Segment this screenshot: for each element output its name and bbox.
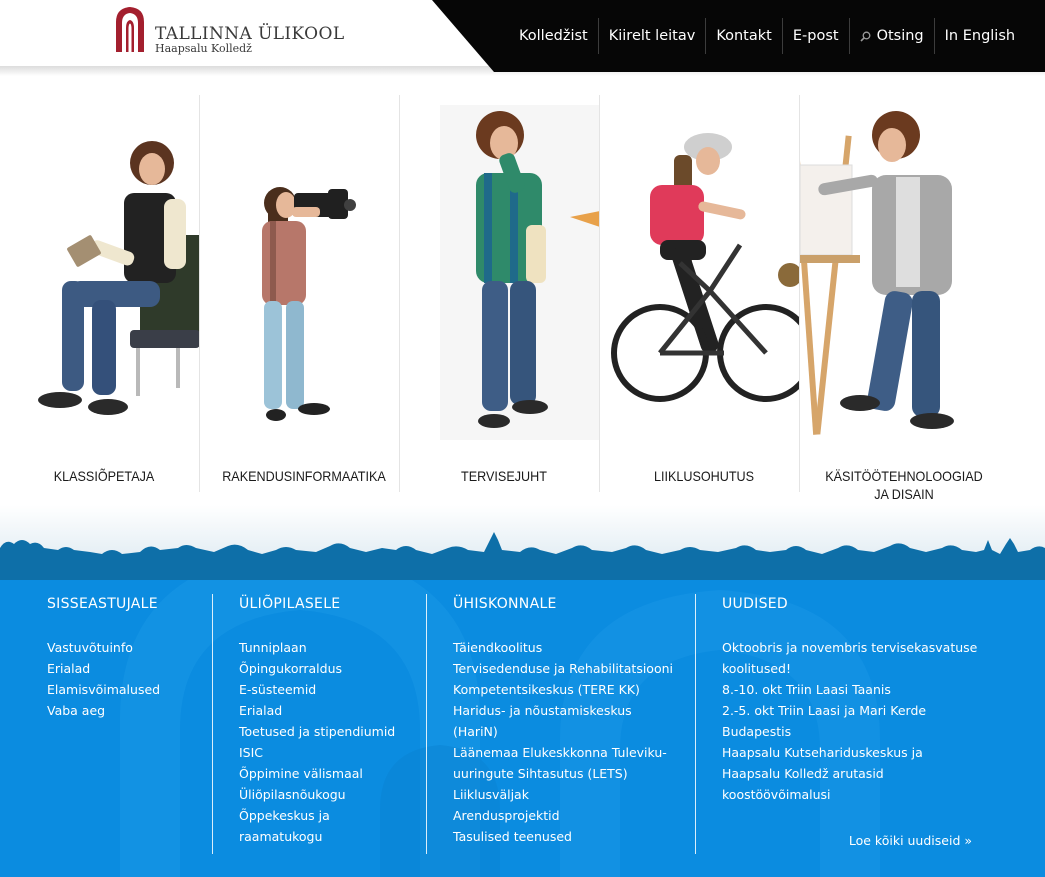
nav-otsing-label: Otsing [876, 28, 924, 44]
footer-col-title: ÜHISKONNALE [453, 596, 557, 612]
painter-student-photo [800, 111, 954, 435]
footer-link[interactable]: Arendusprojektid [453, 805, 683, 826]
footer-link[interactable]: E-süsteemid [239, 679, 419, 700]
footer-link[interactable]: ISIC [239, 742, 419, 763]
university-emblem-icon [116, 7, 144, 52]
footer-link[interactable]: uuringute Sihtasutus (LETS) [453, 763, 683, 784]
footer-link[interactable]: Tasulised teenused [453, 826, 683, 847]
footer-col-uliopilasele: ÜLIÕPILASELE Tunniplaan Õpingukorraldus … [239, 594, 419, 854]
nav-kolledzist[interactable]: Kolledžist [509, 18, 598, 54]
study-programs: KLASSIÕPETAJA RAKENDUSINFORMAATIKA TERVI… [0, 95, 1045, 507]
news-item[interactable]: koolitused! [722, 658, 972, 679]
program-label: TERVISEJUHT [461, 468, 547, 484]
footer-link[interactable]: Erialad [47, 658, 197, 679]
footer-link[interactable]: Õppekeskus ja [239, 805, 419, 826]
footer-col-title: SISSEASTUJALE [47, 596, 158, 612]
news-item[interactable]: 2.-5. okt Triin Laasi ja Mari Kerde [722, 700, 972, 721]
program-kasitootehnoloogiad[interactable]: KÄSITÖÖTEHNOLOOGIAD JA DISAIN [800, 95, 1000, 507]
logo-subtitle: Haapsalu Kolledž [155, 42, 252, 55]
news-item[interactable]: Haapsalu Kolledž arutasid [722, 763, 972, 784]
pizza-student-photo [440, 105, 600, 440]
program-label: KÄSITÖÖTEHNOLOOGIAD JA DISAIN [825, 468, 983, 502]
footer-link[interactable]: Täiendkoolitus [453, 637, 683, 658]
footer-link[interactable]: Haridus- ja nõustamiskeskus [453, 700, 683, 721]
footer-link[interactable]: (HariN) [453, 721, 683, 742]
news-item[interactable]: koostöövõimalusi [722, 784, 972, 805]
nav-kontakt[interactable]: Kontakt [705, 18, 782, 54]
footer-col-divider [426, 594, 427, 854]
site-header: TALLINNA ÜLIKOOL Haapsalu Kolledž Kolled… [0, 0, 1045, 76]
logo-title: TALLINNA ÜLIKOOL [155, 24, 345, 44]
town-skyline [0, 532, 1045, 582]
program-klassiopetaja[interactable]: KLASSIÕPETAJA [0, 95, 200, 507]
news-item[interactable]: Haapsalu Kutsehariduskeskus ja [722, 742, 972, 763]
footer-link[interactable]: Erialad [239, 700, 419, 721]
program-label: KLASSIÕPETAJA [53, 468, 155, 484]
footer-link[interactable]: Elamisvõimalused [47, 679, 197, 700]
camera-student-photo [262, 187, 356, 421]
nav-kiirelt-leitav[interactable]: Kiirelt leitav [597, 18, 706, 54]
footer-link[interactable]: Tervisedenduse ja Rehabilitatsiooni [453, 658, 683, 679]
footer-col-uudised: UUDISED Oktoobris ja novembris terviseka… [722, 594, 977, 854]
footer-link[interactable]: Õppimine välismaal [239, 763, 419, 784]
footer-link[interactable]: Õpingukorraldus [239, 658, 419, 679]
footer-col-sisseastujale: SISSEASTUJALE Vastuvõtuinfo Erialad Elam… [47, 594, 197, 854]
seated-student-photo [38, 141, 200, 415]
footer-col-title: UUDISED [722, 596, 789, 612]
search-icon [859, 31, 871, 42]
program-liiklusohutus[interactable]: LIIKLUSOHUTUS [600, 95, 800, 507]
footer-link[interactable]: Liiklusväljak [453, 784, 683, 805]
news-item[interactable]: 8.-10. okt Triin Laasi Taanis [722, 679, 972, 700]
footer-link[interactable]: Vastuvõtuinfo [47, 637, 197, 658]
program-rakendusinformaatika[interactable]: RAKENDUSINFORMAATIKA [200, 95, 400, 507]
footer-link[interactable]: raamatukogu [239, 826, 419, 847]
cyclist-student-photo [611, 133, 800, 415]
site-footer: SISSEASTUJALE Vastuvõtuinfo Erialad Elam… [0, 580, 1045, 877]
nav-in-english[interactable]: In English [933, 18, 1025, 54]
footer-link[interactable]: Kompetentsikeskus (TERE KK) [453, 679, 683, 700]
footer-col-divider [695, 594, 696, 854]
footer-col-divider [212, 594, 213, 854]
main-nav: Kolledžist Kiirelt leitav Kontakt E-post… [509, 18, 1025, 54]
program-label: LIIKLUSOHUTUS [653, 468, 755, 484]
nav-otsing[interactable]: Otsing [848, 18, 934, 54]
news-item[interactable]: Oktoobris ja novembris tervisekasvatuse [722, 637, 977, 658]
footer-link[interactable]: Läänemaa Elukeskkonna Tuleviku- [453, 742, 683, 763]
program-tervisejuht[interactable]: TERVISEJUHT [400, 95, 600, 507]
footer-link[interactable]: Toetused ja stipendiumid [239, 721, 419, 742]
read-all-news-link[interactable]: Loe kõiki uudiseid » [849, 830, 972, 851]
nav-e-post[interactable]: E-post [781, 18, 849, 54]
program-label: RAKENDUSINFORMAATIKA [222, 468, 386, 484]
footer-col-title: ÜLIÕPILASELE [239, 596, 341, 612]
footer-link[interactable]: Tunniplaan [239, 637, 419, 658]
footer-link[interactable]: Üliõpilasnõukogu [239, 784, 419, 805]
news-item[interactable]: Budapestis [722, 721, 972, 742]
footer-link[interactable]: Vaba aeg [47, 700, 197, 721]
university-logo[interactable]: TALLINNA ÜLIKOOL Haapsalu Kolledž [114, 6, 354, 58]
footer-col-uhiskonnale: ÜHISKONNALE Täiendkoolitus Tervisedendus… [453, 594, 683, 854]
